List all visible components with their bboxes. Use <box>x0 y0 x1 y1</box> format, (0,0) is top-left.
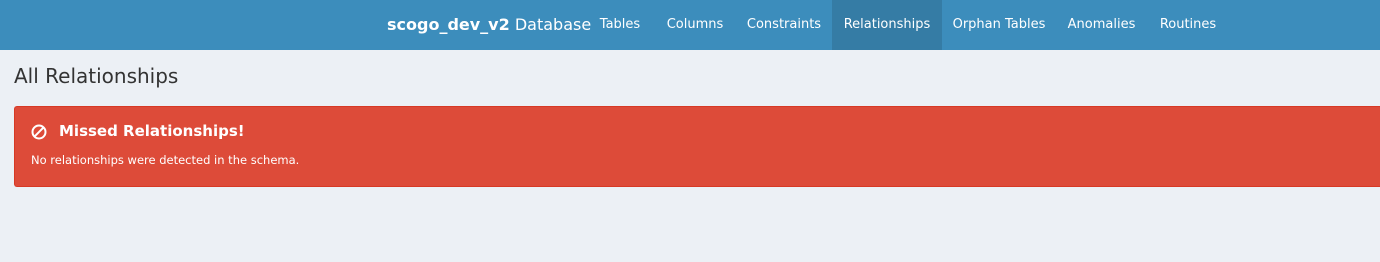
nav-item-orphan-tables[interactable]: Orphan Tables <box>942 0 1056 50</box>
page-title: All Relationships <box>14 64 179 88</box>
brand-database-name: scogo_dev_v2 <box>387 15 510 34</box>
nav-item-constraints[interactable]: Constraints <box>736 0 832 50</box>
danger-callout: Missed Relationships! No relationships w… <box>14 106 1380 187</box>
callout-message: No relationships were detected in the sc… <box>31 153 300 167</box>
nav-item-anomalies[interactable]: Anomalies <box>1056 0 1147 50</box>
brand-suffix: Database <box>514 15 592 34</box>
top-navbar: scogo_dev_v2 Database Tables Columns Con… <box>0 0 1380 50</box>
brand-title[interactable]: scogo_dev_v2 Database <box>387 0 591 50</box>
callout-title: Missed Relationships! <box>59 122 245 140</box>
nav-item-routines[interactable]: Routines <box>1147 0 1229 50</box>
nav-item-relationships[interactable]: Relationships <box>832 0 942 50</box>
nav-item-columns[interactable]: Columns <box>654 0 736 50</box>
ban-icon <box>31 124 47 140</box>
nav-item-tables[interactable]: Tables <box>586 0 654 50</box>
